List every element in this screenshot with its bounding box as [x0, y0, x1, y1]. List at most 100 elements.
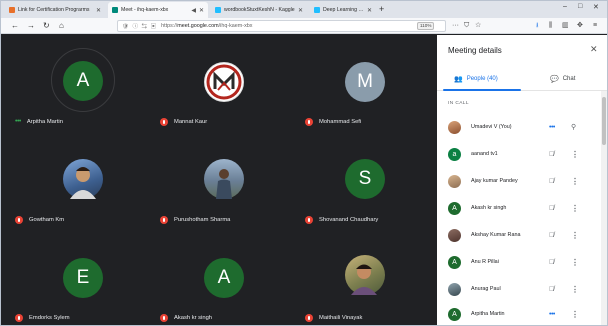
- participant-name-row: Maithaili Vinayak: [305, 314, 362, 322]
- more-options-icon[interactable]: ⋮: [571, 150, 579, 159]
- mic-off-icon: 🎙̸: [549, 150, 555, 158]
- scrollbar-thumb[interactable]: [602, 97, 606, 145]
- panel-title: Meeting details: [448, 46, 502, 55]
- tab-chat-label: Chat: [562, 76, 576, 82]
- list-item[interactable]: A Arpitha Martin ••• ⋮: [437, 301, 601, 325]
- avatar: A: [204, 258, 244, 298]
- bookmark-star-icon[interactable]: ☆: [475, 21, 481, 31]
- participant-name: Mohammad Sefi: [319, 119, 362, 125]
- pin-icon[interactable]: ⚲: [571, 123, 576, 131]
- new-tab-icon[interactable]: +: [379, 4, 384, 14]
- sidebar-icon[interactable]: ▥: [562, 21, 569, 31]
- mic-off-icon: [160, 118, 168, 126]
- person-photo-icon: [70, 167, 96, 199]
- tab-chat[interactable]: 💬 Chat: [550, 75, 575, 83]
- reload-icon[interactable]: ↻: [43, 20, 50, 32]
- pocket-icon[interactable]: ⛉: [464, 21, 469, 31]
- home-icon[interactable]: ⌂: [59, 20, 64, 32]
- participant-tile[interactable]: S Shovanand Chaudhary: [291, 132, 436, 229]
- browser-tab-certification[interactable]: Link for Certification Prograrms ✕: [5, 3, 105, 17]
- participant-tile[interactable]: E Emdorks Sylem: [1, 229, 146, 325]
- extension-icon[interactable]: ✥: [577, 21, 583, 31]
- library-icon[interactable]: ⫼: [549, 21, 552, 31]
- more-options-icon[interactable]: ⋮: [571, 310, 579, 319]
- mic-off-icon: [15, 314, 23, 322]
- more-options-icon[interactable]: ⋮: [571, 258, 579, 267]
- avatar: A: [63, 61, 103, 101]
- people-icon: 👥: [454, 76, 463, 83]
- participant-tile[interactable]: M Mohammad Sefi: [291, 35, 436, 132]
- close-tab-icon[interactable]: ✕: [96, 7, 101, 14]
- url-host: meet.google.com: [177, 23, 219, 29]
- person-name: Arpitha Martin: [471, 311, 505, 317]
- participant-name: Shovanand Chaudhary: [319, 217, 379, 223]
- more-options-icon[interactable]: ⋮: [571, 285, 579, 294]
- site-info-icon[interactable]: 🛡 ⓘ ⇆ ▣: [122, 22, 157, 30]
- tab-people[interactable]: 👥 People (40): [454, 75, 498, 83]
- more-options-icon[interactable]: ⋮: [571, 231, 579, 240]
- list-item[interactable]: a aanand tv1 🎙̸ ⋮: [437, 141, 601, 167]
- more-options-icon[interactable]: ⋮: [571, 177, 579, 186]
- avatar-photo: [448, 174, 461, 188]
- participant-tile[interactable]: Gowtham Km: [1, 132, 146, 229]
- participant-tile[interactable]: Maithaili Vinayak: [291, 229, 436, 325]
- close-window-icon[interactable]: ✕: [593, 3, 599, 11]
- tab-title: Meet - ihq-kaem-xbx: [121, 7, 169, 13]
- mic-off-icon: 🎙̸: [549, 177, 555, 185]
- browser-tab-deep-learning[interactable]: Deep Learning Tutorial for Beg ✕: [310, 3, 376, 17]
- participant-name: Purushotham Sharma: [174, 217, 231, 223]
- avatar-photo: [63, 159, 103, 199]
- speaker-icon[interactable]: ◀: [191, 7, 196, 14]
- maximize-icon[interactable]: □: [578, 3, 582, 10]
- list-item[interactable]: Akshay Kumar Rana 🎙̸ ⋮: [437, 222, 601, 248]
- list-item[interactable]: A Anu R Pillai 🎙̸ ⋮: [437, 249, 601, 275]
- zoom-level[interactable]: 110%: [417, 22, 435, 30]
- participant-name-row: Purushotham Sharma: [160, 216, 230, 224]
- panel-tabs: 👥 People (40) 💬 Chat: [437, 71, 607, 91]
- list-item[interactable]: Ajay kumar Pandey 🎙̸ ⋮: [437, 168, 601, 194]
- participant-tile[interactable]: Purushotham Sharma: [146, 132, 291, 229]
- list-item[interactable]: A Akash kr singh 🎙̸ ⋮: [437, 195, 601, 221]
- close-tab-icon[interactable]: ✕: [298, 7, 303, 14]
- kaggle-favicon-icon: [314, 7, 320, 13]
- tab-title: Deep Learning Tutorial for Beg: [323, 7, 364, 13]
- list-item[interactable]: Umadevi V (You) ••• ⚲: [437, 114, 601, 140]
- back-icon[interactable]: ←: [11, 20, 19, 32]
- mic-off-icon: [160, 216, 168, 224]
- list-item[interactable]: Anurag Paul 🎙̸ ⋮: [437, 276, 601, 302]
- participant-name-row: Akash kr singh: [160, 314, 212, 322]
- panel-scrollbar[interactable]: [601, 91, 607, 325]
- avatar-photo: [448, 120, 461, 134]
- browser-tab-meet[interactable]: Meet - ihq-kaem-xbx ◀ ✕: [108, 2, 208, 18]
- participant-name: Arpitha Martin: [26, 118, 63, 125]
- menu-icon[interactable]: ≡: [593, 21, 597, 31]
- participant-tile[interactable]: A Akash kr singh: [146, 229, 291, 325]
- avatar-photo: [345, 255, 385, 295]
- person-name: Anu R Pillai: [471, 259, 499, 265]
- close-panel-icon[interactable]: ✕: [590, 44, 598, 55]
- participant-name-row: ••• Arpitha Martin: [15, 118, 63, 125]
- mic-off-icon: 🎙̸: [549, 258, 555, 266]
- participant-tile[interactable]: A ••• Arpitha Martin: [1, 35, 146, 132]
- downloads-icon[interactable]: ⭳: [536, 21, 538, 31]
- person-name: Ajay kumar Pandey: [471, 178, 518, 184]
- chat-icon: 💬: [550, 76, 559, 83]
- mic-off-icon: [15, 216, 23, 224]
- close-tab-icon[interactable]: ✕: [199, 7, 204, 14]
- avatar: E: [63, 258, 103, 298]
- page-actions-icon[interactable]: ···: [452, 21, 459, 31]
- more-options-icon[interactable]: ⋮: [571, 204, 579, 213]
- meet-favicon-icon: [112, 7, 118, 13]
- forward-icon[interactable]: →: [27, 20, 35, 32]
- browser-tab-kaggle[interactable]: wordbookStuxtKeshN - Kaggle ✕: [211, 3, 307, 17]
- person-name: Anurag Paul: [471, 286, 501, 292]
- close-tab-icon[interactable]: ✕: [367, 7, 372, 14]
- participant-name-row: Emdorks Sylem: [15, 314, 70, 322]
- navigation-bar: ← → ↻ ⌂ 🛡 ⓘ ⇆ ▣ https://meet.google.com /…: [1, 18, 607, 34]
- minimize-icon[interactable]: –: [563, 3, 567, 10]
- tab-strip: Link for Certification Prograrms ✕ Meet …: [1, 1, 607, 18]
- participant-name: Gowtham Km: [29, 217, 65, 223]
- favicon-icon: [9, 7, 15, 13]
- participant-tile[interactable]: Mannat Kaur: [146, 35, 291, 132]
- url-bar[interactable]: 🛡 ⓘ ⇆ ▣ https://meet.google.com/ihq-kaem…: [117, 20, 446, 32]
